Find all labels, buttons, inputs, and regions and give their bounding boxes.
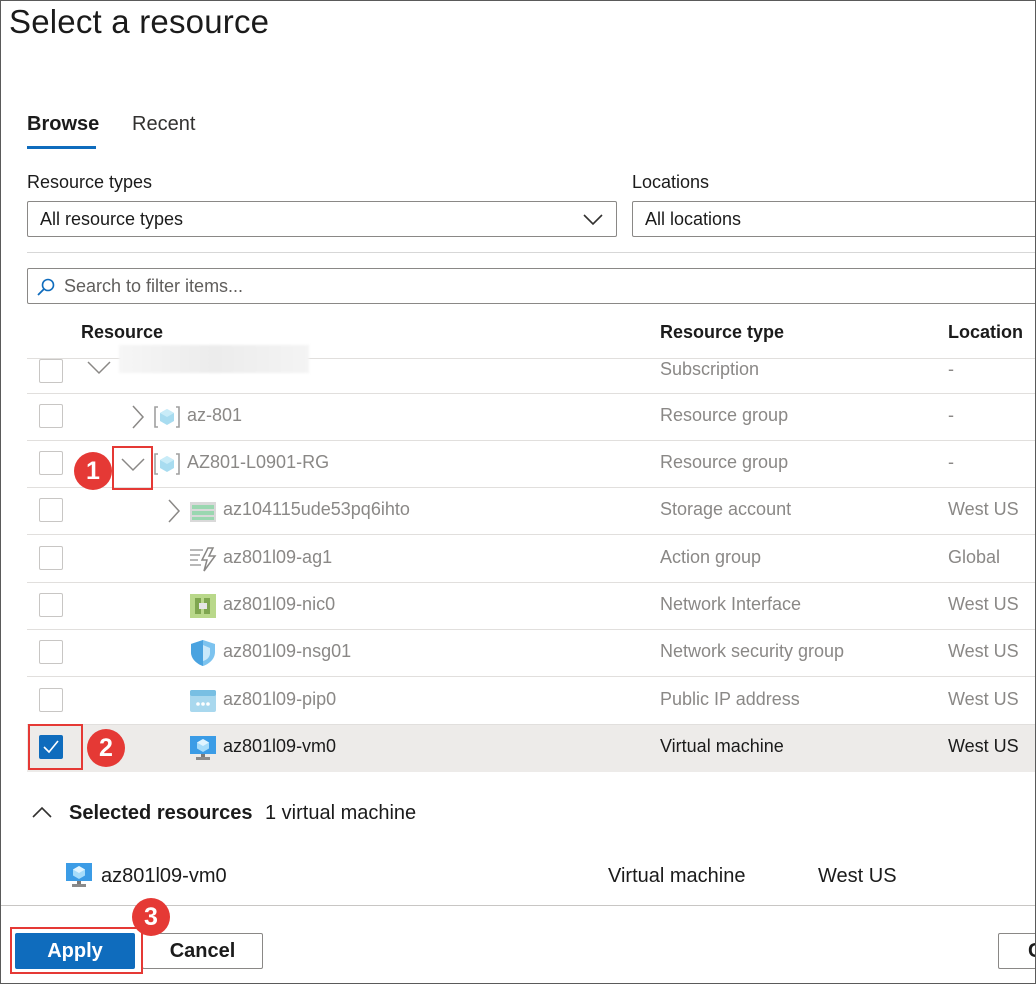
annotation-highlight-1	[112, 446, 153, 490]
resource-name: AZ801-L0901-RG	[187, 452, 330, 472]
selected-resource-location: West US	[818, 865, 897, 887]
resource-type: Resource group	[660, 405, 789, 425]
annotation-highlight-2	[28, 724, 83, 770]
active-tab-indicator	[27, 146, 96, 149]
row-checkbox[interactable]	[39, 498, 63, 522]
search-input[interactable]: Search to filter items...	[27, 268, 1035, 304]
resource-type: Resource group	[660, 452, 789, 472]
table-row[interactable]: az801l09-nic0 Network Interface West US	[27, 583, 1035, 630]
resource-location: -	[948, 405, 954, 425]
action-group-icon	[189, 546, 217, 577]
tab-browse[interactable]: Browse	[27, 113, 99, 136]
table-row[interactable]: az801l09-vm0 Virtual machine West US	[27, 725, 1035, 772]
resource-location: West US	[948, 641, 1019, 661]
locations-value: All locations	[645, 209, 742, 229]
resource-type: Network Interface	[660, 594, 802, 614]
search-icon	[36, 277, 56, 302]
table-row[interactable]: az801l09-nsg01 Network security group We…	[27, 630, 1035, 677]
table-row[interactable]: az801l09-pip0 Public IP address West US	[27, 678, 1035, 725]
resource-name: az801l09-nsg01	[223, 641, 352, 661]
row-checkbox[interactable]	[39, 593, 63, 617]
row-checkbox[interactable]	[39, 640, 63, 664]
network-interface-icon	[189, 593, 217, 624]
selected-resources-count: 1 virtual machine	[265, 802, 417, 824]
row-checkbox[interactable]	[39, 451, 63, 475]
column-header-resource[interactable]: Resource	[81, 322, 163, 343]
redacted-subscription-name	[119, 345, 309, 373]
resource-types-value: All resource types	[40, 209, 184, 229]
column-header-type[interactable]: Resource type	[660, 322, 784, 343]
partially-visible-button[interactable]: C	[998, 933, 1035, 969]
resource-type: Public IP address	[660, 689, 800, 709]
annotation-highlight-3	[10, 927, 143, 974]
public-ip-icon	[189, 689, 217, 718]
resource-location: Global	[948, 547, 1001, 567]
resource-types-dropdown[interactable]: All resource types	[27, 201, 617, 237]
table-row[interactable]: AZ801-L0901-RG Resource group -	[27, 441, 1035, 488]
row-checkbox[interactable]	[39, 688, 63, 712]
resource-type: Virtual machine	[660, 736, 784, 756]
resource-group-icon	[153, 405, 181, 434]
resource-types-label: Resource types	[27, 172, 153, 192]
table-row[interactable]: Subscription -	[27, 345, 1035, 394]
cancel-button[interactable]: Cancel	[142, 933, 263, 969]
chevron-up-icon[interactable]	[31, 805, 53, 824]
row-checkbox[interactable]	[39, 546, 63, 570]
resource-name: az801l09-ag1	[223, 547, 333, 567]
selected-resource-type: Virtual machine	[608, 865, 746, 887]
dialog: Select a resource Browse Recent Resource…	[0, 0, 1036, 984]
annotation-badge-1: 1	[74, 452, 112, 490]
dialog-title: Select a resource	[9, 3, 270, 40]
row-checkbox[interactable]	[39, 359, 63, 383]
resource-group-icon	[153, 452, 181, 481]
annotation-badge-2: 2	[87, 729, 125, 767]
virtual-machine-icon	[189, 735, 217, 766]
locations-dropdown[interactable]: All locations	[632, 201, 1035, 237]
resource-location: West US	[948, 689, 1019, 709]
resource-name: az801l09-nic0	[223, 594, 336, 614]
resource-location: -	[948, 452, 954, 472]
table-row[interactable]: az-801 Resource group -	[27, 394, 1035, 441]
search-placeholder: Search to filter items...	[64, 276, 244, 296]
resource-location: West US	[948, 736, 1019, 756]
resource-type: Storage account	[660, 499, 792, 519]
storage-account-icon	[189, 501, 217, 528]
network-security-group-icon	[189, 639, 217, 672]
selected-resource-name: az801l09-vm0	[101, 865, 227, 887]
virtual-machine-icon	[65, 862, 93, 893]
tab-recent[interactable]: Recent	[132, 113, 195, 136]
annotation-badge-3: 3	[132, 898, 170, 936]
resource-type: Network security group	[660, 641, 845, 661]
column-header-location[interactable]: Location	[948, 322, 1023, 343]
table-row[interactable]: az104115ude53pq6ihto Storage account Wes…	[27, 488, 1035, 535]
row-checkbox[interactable]	[39, 404, 63, 428]
locations-label: Locations	[632, 172, 710, 192]
resource-location: West US	[948, 594, 1019, 614]
resource-type: Action group	[660, 547, 762, 567]
resource-name: az104115ude53pq6ihto	[223, 499, 410, 519]
chevron-right-icon[interactable]	[131, 405, 145, 434]
resource-type: Subscription	[660, 359, 760, 379]
chevron-down-icon[interactable]	[87, 359, 111, 380]
resource-location: West US	[948, 499, 1019, 519]
chevron-right-icon[interactable]	[167, 499, 181, 528]
resource-location: -	[948, 359, 954, 379]
selected-resources-title: Selected resources	[69, 802, 253, 824]
chevron-down-icon	[582, 210, 604, 233]
divider	[27, 252, 1035, 253]
resource-name: az801l09-vm0	[223, 736, 337, 756]
table-row[interactable]: az801l09-ag1 Action group Global	[27, 536, 1035, 583]
resource-name: az801l09-pip0	[223, 689, 337, 709]
resource-name: az-801	[187, 405, 243, 425]
